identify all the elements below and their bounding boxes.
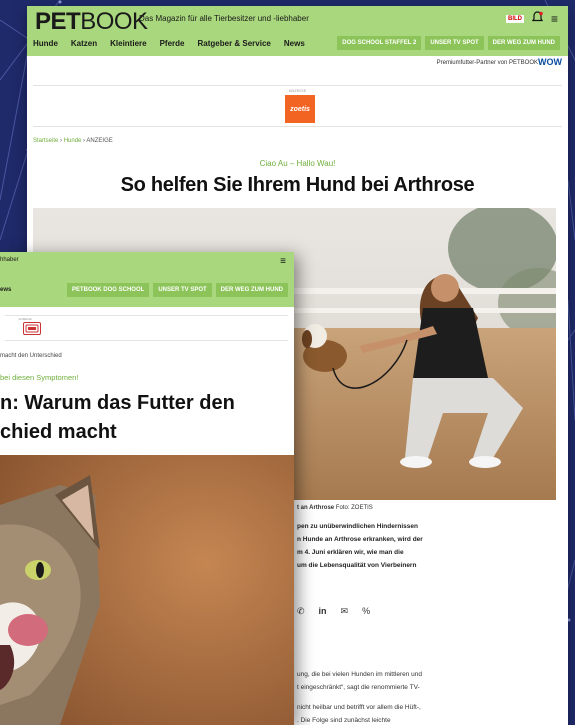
nav-item-ratgeber[interactable]: Ratgeber & Service [198, 39, 271, 48]
partner-text: Premiumfutter-Partner von PETBOOK [436, 60, 538, 66]
article-kicker: Ciao Au – Hallo Wau! [259, 159, 336, 168]
lead-line: um die Lebensqualität von Vierbeinern [297, 562, 417, 569]
petbook-logo[interactable]: PETBOOK [35, 8, 148, 36]
menu-icon[interactable]: ≡ [280, 256, 286, 267]
breadcrumb-hunde[interactable]: Hunde [64, 138, 82, 144]
article-kicker-front: bei diesen Symptomen! [0, 373, 79, 382]
whatsapp-icon[interactable]: ✆ [297, 606, 305, 617]
nav-item-news[interactable]: News [284, 39, 305, 48]
breadcrumb-home[interactable]: Startseite [33, 138, 58, 144]
promo-pills-front: PETBOOK DOG SCHOOL UNSER TV SPOT DER WEG… [66, 283, 288, 297]
partner-logo[interactable]: WOW [538, 57, 562, 67]
body-line: nicht heilbar und betrifft vor allem die… [297, 704, 421, 711]
breadcrumb-front: macht den Unterschied [0, 353, 62, 359]
body-paragraph: nicht heilbar und betrifft vor allem die… [297, 701, 552, 725]
mail-icon[interactable]: ✉ [341, 606, 349, 617]
zoetis-logo[interactable]: zoetis [285, 95, 315, 123]
linkedin-icon[interactable]: in [319, 606, 327, 617]
bell-icon[interactable] [531, 11, 544, 26]
site-header-front: hhaber ≡ ews PETBOOK DOG SCHOOL UNSER TV… [0, 252, 294, 307]
title-line: n: Warum das Futter den [0, 392, 235, 414]
share-bar: ✆ in ✉ % [297, 606, 370, 617]
header-icons: BILD ≡ [505, 11, 558, 26]
breadcrumb-current: ANZEIGE [86, 138, 113, 144]
article-photo-cat [0, 455, 294, 725]
ad-label: ANZEIGE [18, 317, 32, 321]
link-icon[interactable]: % [362, 606, 370, 617]
pill-tv-spot[interactable]: UNSER TV SPOT [425, 36, 484, 50]
pill-weg-zum-hund[interactable]: DER WEG ZUM HUND [487, 36, 560, 50]
pill-weg-zum-hund[interactable]: DER WEG ZUM HUND [215, 283, 288, 297]
menu-icon[interactable]: ≡ [551, 12, 558, 26]
title-line: chied macht [0, 421, 117, 443]
article-body: ung, die bei vielen Hunden im mittleren … [297, 668, 552, 725]
main-nav: Hunde Katzen Kleintiere Pferde Ratgeber … [33, 39, 305, 48]
logo-light: BOOK [80, 8, 148, 35]
pill-dog-school[interactable]: DOG SCHOOL STAFFEL 2 [337, 36, 422, 50]
lead-line: m 4. Juni erklären wir, wie man die [297, 549, 404, 556]
nav-item-katzen[interactable]: Katzen [71, 39, 97, 48]
site-tagline: Das Magazin für alle Tierbesitzer und -l… [139, 14, 309, 23]
body-line: . Die Folge sind zunächst leichte [297, 717, 391, 724]
ad-brand-logo[interactable] [23, 322, 41, 335]
nav-item-hunde[interactable]: Hunde [33, 39, 58, 48]
bild-logo[interactable]: BILD [505, 14, 524, 23]
body-line: ung, die bei vielen Hunden im mittleren … [297, 671, 423, 678]
breadcrumb: Startseite › Hunde › ANZEIGE [33, 138, 113, 144]
lead-line: pen zu unüberwindlichen Hindernissen [297, 523, 418, 530]
article-lead: pen zu unüberwindlichen Hindernissen n H… [297, 520, 547, 572]
photo-caption: t an Arthrose Foto: ZOETIS [297, 505, 373, 511]
lead-line: n Hunde an Arthrose erkranken, wird der [297, 536, 423, 543]
caption-credit: Foto: ZOETIS [334, 505, 373, 511]
nav-item-kleintiere[interactable]: Kleintiere [110, 39, 146, 48]
logo-bold: PET [35, 8, 81, 35]
cat-article-page: hhaber ≡ ews PETBOOK DOG SCHOOL UNSER TV… [0, 252, 294, 725]
caption-title: t an Arthrose [297, 505, 335, 511]
ad-banner-front: ANZEIGE [5, 315, 288, 341]
article-title-front: n: Warum das Futter den chied macht [0, 389, 285, 447]
body-paragraph: ung, die bei vielen Hunden im mittleren … [297, 668, 552, 694]
article-title: So helfen Sie Ihrem Hund bei Arthrose [120, 174, 475, 196]
pill-petbook-dog-school[interactable]: PETBOOK DOG SCHOOL [66, 283, 150, 297]
nav-item-news-front[interactable]: ews [0, 287, 11, 293]
nav-item-pferde[interactable]: Pferde [160, 39, 185, 48]
ad-label: ANZEIGE [288, 88, 307, 93]
promo-pills: DOG SCHOOL STAFFEL 2 UNSER TV SPOT DER W… [337, 36, 560, 50]
site-tagline-front: hhaber [0, 257, 19, 263]
pill-tv-spot[interactable]: UNSER TV SPOT [153, 283, 212, 297]
body-line: t eingeschränkt“, sagt die renommierte T… [297, 684, 420, 691]
site-header: PETBOOK Das Magazin für alle Tierbesitze… [27, 6, 568, 56]
ad-banner: ANZEIGE zoetis [33, 85, 562, 127]
